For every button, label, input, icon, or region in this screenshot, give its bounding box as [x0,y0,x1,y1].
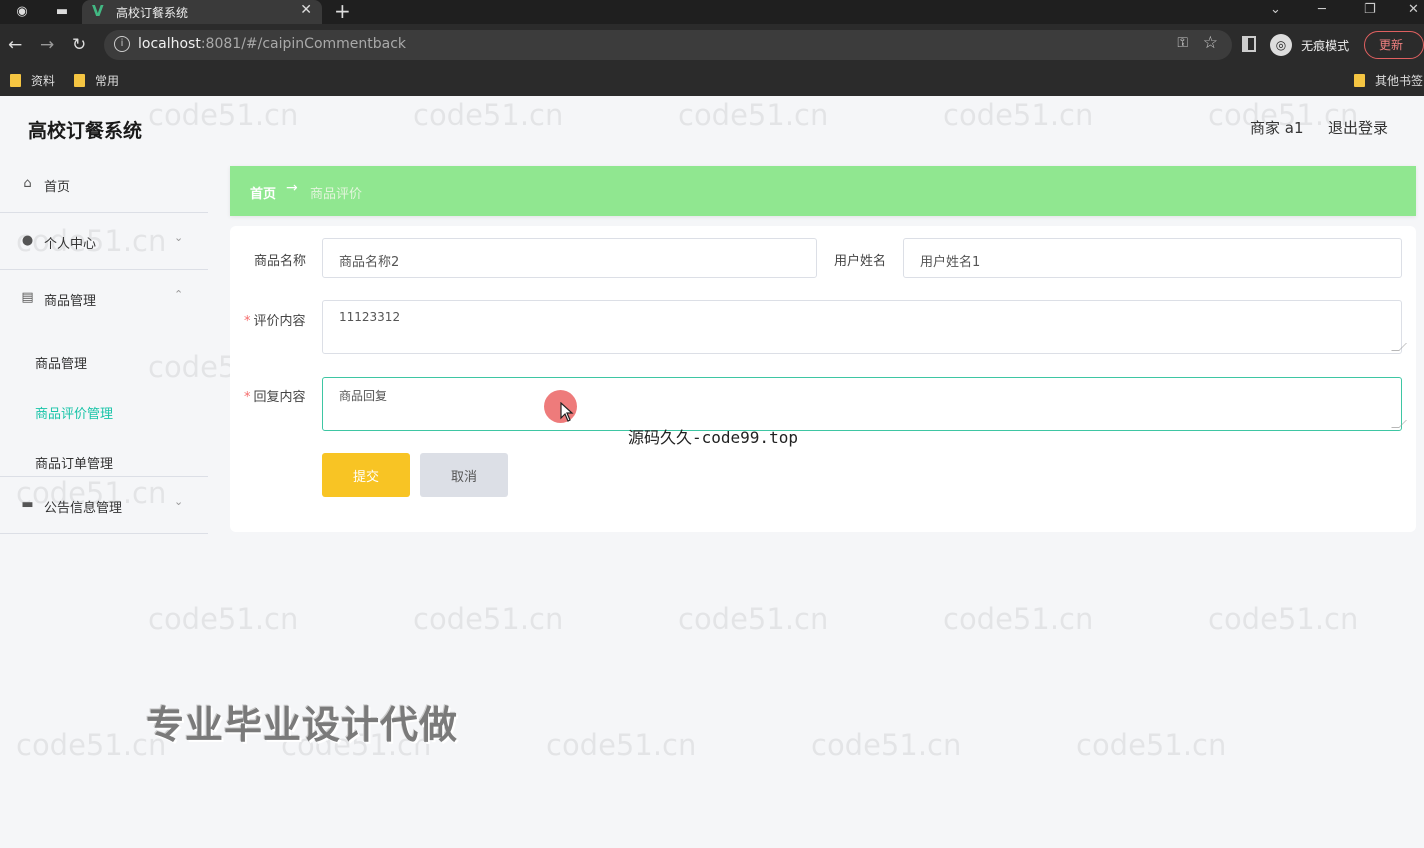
sidebar-item-personal[interactable]: ● 个人中心 ⌄ [0,213,208,270]
side-panel-icon[interactable] [1242,36,1256,52]
restore-icon[interactable]: ❐ [1364,0,1376,20]
tab-title: 高校订餐系统 [116,6,189,20]
comment-label: * 评价内容 [244,314,306,329]
tab-close-icon[interactable]: ✕ [300,2,312,18]
chevron-down-icon: ⌄ [174,231,184,244]
browser-toolbar: ← → ↻ i localhost:8081/#/caipinCommentba… [0,24,1424,66]
user-icon: ● [21,233,34,248]
address-bar[interactable]: i localhost:8081/#/caipinCommentback ⚿ ☆ [104,30,1232,60]
chevron-up-icon: ⌃ [174,288,184,301]
overlay-ad-text: 专业毕业设计代做 [146,703,459,747]
folder-icon [10,74,21,87]
submenu-item-product[interactable]: 商品管理 [35,353,87,372]
product-submenu: 商品管理 商品评价管理 商品订单管理 [0,327,208,477]
back-icon[interactable]: ← [8,34,22,56]
bookmarks-bar: 资料 常用 其他书签 [0,66,1424,96]
reply-textarea[interactable]: 商品回复 [322,377,1407,431]
tab-search-icon[interactable]: ▬ [52,2,72,22]
breadcrumb-current: 商品评价 [310,187,363,202]
sidebar-item-home[interactable]: ⌂ 首页 [0,156,208,213]
home-icon: ⌂ [23,176,32,191]
site-info-icon[interactable]: i [114,36,130,52]
sidebar-item-notice-mgmt[interactable]: ▬ 公告信息管理 ⌄ [0,477,208,534]
app-brand-title: 高校订餐系统 [28,120,143,142]
password-key-icon[interactable]: ⚿ [1177,35,1188,51]
bookmark-folder-changyong[interactable]: 常用 [74,72,119,90]
bookmark-star-icon[interactable]: ☆ [1203,33,1218,53]
submit-button[interactable]: 提交 [322,453,410,497]
new-tab-icon[interactable]: + [334,0,351,22]
vue-logo-icon: V [92,2,104,20]
minimize-icon[interactable]: ─ [1318,0,1326,20]
forward-icon[interactable]: → [40,34,54,56]
resize-handle-icon[interactable] [1391,343,1407,351]
current-user: 商家 a1 [1250,119,1304,137]
bookmark-folder-other[interactable]: 其他书签 [1354,72,1423,90]
bookmark-folder-ziliao[interactable]: 资料 [10,72,55,90]
comment-textarea[interactable]: 11123312 [322,300,1407,354]
comment-reply-form: 商品名称 商品名称2 用户姓名 用户姓名1 * 评价内容 11123312 * 回复… [230,226,1416,532]
chevron-down-icon: ⌄ [174,495,184,508]
logout-link[interactable]: 退出登录 [1328,117,1388,138]
sidebar-menu: ⌂ 首页 ● 个人中心 ⌄ ▤ 商品管理 ⌃ 商品管理 商品评价管理 商品订单管… [0,156,208,534]
folder-icon [1354,74,1365,87]
window-close-icon[interactable]: ✕ [1408,0,1419,20]
notice-icon: ▬ [21,497,34,512]
url-text: localhost:8081/#/caipinCommentback [138,36,407,52]
product-name-label: 商品名称 [254,254,307,269]
resize-handle-icon[interactable] [1391,420,1407,428]
breadcrumb-arrow-icon: → [286,180,298,196]
incognito-indicator[interactable]: ◎ 无痕模式 [1270,34,1349,56]
update-button[interactable]: 更新 [1364,31,1424,59]
breadcrumb: 首页 → 商品评价 [230,166,1416,216]
reload-icon[interactable]: ↻ [72,34,86,56]
overlay-source-text: 源码久久-code99.top [628,428,798,447]
mouse-pointer-icon [560,402,574,422]
reply-label: * 回复内容 [244,390,306,405]
browser-tab-bar: ◉ ▬ V 高校订餐系统 ✕ + ⌄ ─ ❐ ✕ [0,0,1424,24]
browser-tab[interactable]: V 高校订餐系统 ✕ [82,0,322,24]
cancel-button[interactable]: 取消 [420,453,508,497]
user-name-input[interactable]: 用户姓名1 [903,238,1402,278]
submenu-item-product-order[interactable]: 商品订单管理 [35,453,113,472]
incognito-icon: ◎ [1270,34,1292,56]
browser-globe-icon[interactable]: ◉ [12,2,32,22]
user-name-label: 用户姓名 [834,254,887,269]
breadcrumb-home[interactable]: 首页 [250,183,276,202]
product-icon: ▤ [21,290,34,305]
app-page: code51.cn code51.cn code51.cn code51.cn … [0,96,1424,848]
product-name-input[interactable]: 商品名称2 [322,238,817,278]
submenu-item-product-comment[interactable]: 商品评价管理 [35,403,113,422]
folder-icon [74,74,85,87]
sidebar-item-product-mgmt[interactable]: ▤ 商品管理 ⌃ [0,270,208,327]
tab-list-chevron-icon[interactable]: ⌄ [1270,0,1281,20]
